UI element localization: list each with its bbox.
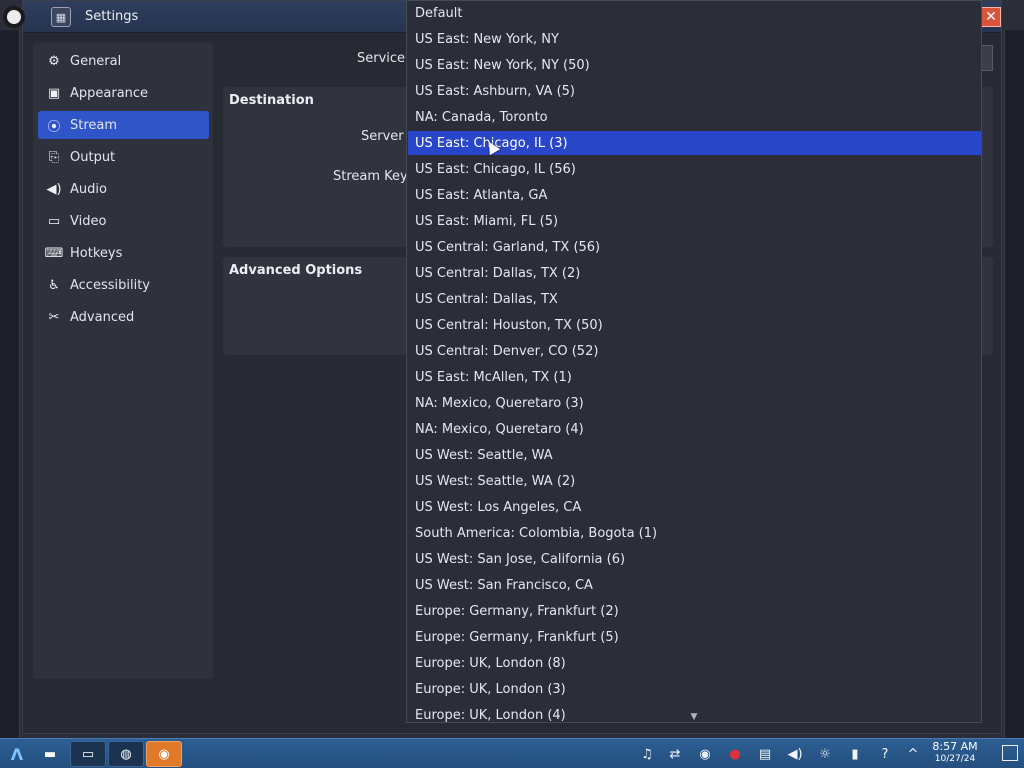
sidebar-item-hotkeys[interactable]: ⌨ Hotkeys: [38, 239, 209, 267]
main-window-right-edge: [1004, 30, 1024, 738]
server-dropdown-list[interactable]: Default US East: New York, NY US East: New…: [406, 0, 982, 723]
dropdown-option[interactable]: US West: San Jose, California (6): [408, 547, 981, 571]
service-label: Service: [357, 51, 406, 66]
usb-drive-icon[interactable]: ▮: [846, 745, 864, 763]
dropdown-option[interactable]: US East: New York, NY (50): [408, 53, 981, 77]
obs-logo-icon: [3, 6, 25, 28]
sidebar-item-label: Accessibility: [70, 277, 150, 293]
network-icon[interactable]: ⇄: [666, 745, 684, 763]
keyboard-icon: ⌨: [44, 245, 64, 261]
settings-sidebar: ⚙ General ▣ Appearance ⦿ Stream ⎘ Output…: [33, 43, 213, 679]
output-icon: ⎘: [48, 149, 60, 165]
brightness-icon[interactable]: ☼: [816, 745, 834, 763]
dropdown-option[interactable]: South America: Colombia, Bogota (1): [408, 521, 981, 545]
clock-date: 10/27/24: [934, 754, 976, 764]
dropdown-option[interactable]: US East: Atlanta, GA: [408, 183, 981, 207]
tools-icon: ✂: [48, 309, 60, 325]
sidebar-item-general[interactable]: ⚙ General: [38, 47, 209, 75]
window-title: Settings: [85, 9, 139, 24]
advanced-options-title: Advanced Options: [229, 263, 363, 278]
dropdown-option[interactable]: US West: Seattle, WA (2): [408, 469, 981, 493]
dropdown-option[interactable]: US West: Seattle, WA: [408, 443, 981, 467]
dropdown-option[interactable]: Europe: UK, London (8): [408, 651, 981, 675]
dropdown-option[interactable]: US West: San Francisco, CA: [408, 573, 981, 597]
sidebar-item-output[interactable]: ⎘ Output: [38, 143, 209, 171]
sidebar-item-label: Hotkeys: [70, 245, 123, 261]
close-button[interactable]: ✕: [981, 7, 1001, 27]
dropdown-option[interactable]: US East: Ashburn, VA (5): [408, 79, 981, 103]
dropdown-option[interactable]: NA: Canada, Toronto: [408, 105, 981, 129]
antenna-icon: ⦿: [47, 119, 61, 135]
sidebar-item-label: Video: [70, 213, 107, 229]
dropdown-option[interactable]: Europe: Germany, Frankfurt (5): [408, 625, 981, 649]
dropdown-option[interactable]: US East: Chicago, IL (56): [408, 157, 981, 181]
dropdown-option[interactable]: Europe: Germany, Frankfurt (2): [408, 599, 981, 623]
scroll-down-arrow-icon[interactable]: ▼: [687, 712, 701, 722]
dropdown-option[interactable]: US Central: Denver, CO (52): [408, 339, 981, 363]
notification-bell-icon[interactable]: ♫: [638, 745, 656, 763]
speaker-icon: ◀): [46, 181, 62, 197]
dropdown-option[interactable]: US Central: Garland, TX (56): [408, 235, 981, 259]
gear-icon: ⚙: [48, 53, 60, 69]
help-icon[interactable]: ?: [876, 745, 894, 763]
chevron-up-icon[interactable]: ^: [904, 745, 922, 763]
dropdown-option[interactable]: US East: McAllen, TX (1): [408, 365, 981, 389]
clock[interactable]: 8:57 AM 10/27/24: [922, 741, 988, 765]
dropdown-option[interactable]: US East: Miami, FL (5): [408, 209, 981, 233]
destination-title: Destination: [229, 93, 314, 108]
dropdown-option[interactable]: US West: Los Angeles, CA: [408, 495, 981, 519]
dropdown-option[interactable]: US Central: Dallas, TX: [408, 287, 981, 311]
dropdown-option[interactable]: US Central: Dallas, TX (2): [408, 261, 981, 285]
sidebar-item-accessibility[interactable]: ♿ Accessibility: [38, 271, 209, 299]
dropdown-option[interactable]: US Central: Houston, TX (50): [408, 313, 981, 337]
sidebar-item-audio[interactable]: ◀) Audio: [38, 175, 209, 203]
desktop: ▦ Settings ✕ ⚙ General ▣ Appearance ⦿ St…: [0, 0, 1024, 768]
sidebar-item-label: Output: [70, 149, 116, 165]
sidebar-item-label: Advanced: [70, 309, 135, 325]
appearance-icon: ▣: [47, 85, 61, 101]
terminal-taskbar-button[interactable]: ▭: [70, 741, 106, 767]
sidebar-item-video[interactable]: ▭ Video: [38, 207, 209, 235]
record-icon[interactable]: ●: [726, 745, 744, 763]
sidebar-item-label: Appearance: [70, 85, 149, 101]
sidebar-item-label: General: [70, 53, 122, 69]
sidebar-item-appearance[interactable]: ▣ Appearance: [38, 79, 209, 107]
sidebar-item-advanced[interactable]: ✂ Advanced: [38, 303, 209, 331]
dropdown-option[interactable]: NA: Mexico, Queretaro (4): [408, 417, 981, 441]
dropdown-option[interactable]: Europe: UK, London (3): [408, 677, 981, 701]
accessibility-icon: ♿: [48, 277, 60, 293]
dropdown-option[interactable]: US East: New York, NY: [408, 27, 981, 51]
show-desktop-app-icon[interactable]: ▬: [38, 741, 62, 767]
firefox-taskbar-button[interactable]: ◍: [108, 741, 144, 767]
sidebar-item-label: Stream: [70, 117, 118, 133]
start-menu-icon[interactable]: Λ: [4, 741, 30, 767]
clipboard-icon[interactable]: ▤: [756, 745, 774, 763]
obs-taskbar-button[interactable]: ◉: [146, 741, 182, 767]
monitor-icon: ▭: [47, 213, 61, 229]
server-label: Server: [361, 129, 404, 144]
service-select-edge[interactable]: [981, 45, 993, 71]
main-window-left-edge: [0, 30, 20, 738]
obs-tray-icon[interactable]: ◉: [696, 745, 714, 763]
stream-key-label: Stream Key: [333, 169, 408, 184]
dropdown-option[interactable]: NA: Mexico, Queretaro (3): [408, 391, 981, 415]
taskbar: Λ ▬ ▭ ◍ ◉ ♫ ⇄ ◉ ● ▤ ◀) ☼ ▮ ? ^ 8:57 AM 1…: [0, 738, 1024, 768]
dropdown-option[interactable]: Default: [408, 1, 981, 25]
sidebar-item-stream[interactable]: ⦿ Stream: [38, 111, 209, 139]
volume-icon[interactable]: ◀): [786, 745, 804, 763]
window-menu-icon[interactable]: ▦: [51, 7, 71, 27]
clock-time: 8:57 AM: [932, 740, 978, 753]
sidebar-item-label: Audio: [70, 181, 107, 197]
show-desktop-icon[interactable]: [1002, 745, 1018, 761]
